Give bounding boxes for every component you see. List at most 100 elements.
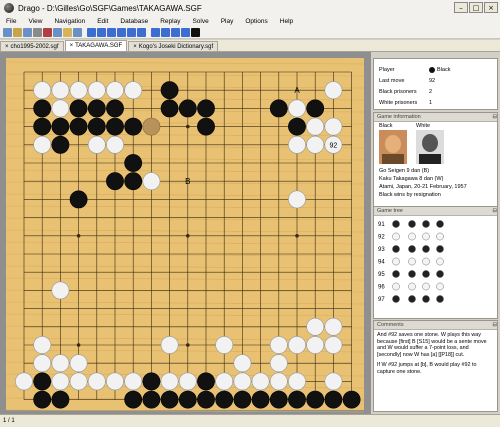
tree-black-node[interactable] — [392, 245, 400, 253]
menu-view[interactable]: View — [22, 18, 48, 25]
tree-white-node[interactable] — [436, 282, 444, 291]
down-icon[interactable] — [181, 28, 190, 37]
white-stone — [306, 117, 325, 136]
tree-white-node[interactable] — [408, 232, 416, 241]
collapse-icon[interactable]: ⊟ — [492, 114, 497, 120]
tab-cho1995[interactable]: × cho1995-2002.sgf — [0, 41, 64, 51]
collapse-icon[interactable]: ⊟ — [492, 208, 497, 214]
first-move-icon[interactable] — [87, 28, 96, 37]
white-stone — [269, 354, 288, 373]
black-stone — [69, 190, 88, 209]
tree-black-node[interactable] — [408, 295, 416, 303]
menu-options[interactable]: Options — [239, 18, 273, 25]
white-stone — [306, 135, 325, 154]
tree-black-node[interactable] — [436, 220, 444, 228]
tree-black-node[interactable] — [436, 270, 444, 278]
close-tab-icon[interactable]: × — [133, 44, 137, 50]
menu-file[interactable]: File — [0, 18, 22, 25]
tab-takagawa[interactable]: × TAKAGAWA.SGF — [64, 40, 128, 51]
tree-black-node[interactable] — [436, 295, 444, 303]
black-stone — [51, 135, 70, 154]
game-tree-graph[interactable]: 91 92 93 94 95 96 97 — [374, 216, 497, 318]
close-tab-icon[interactable]: × — [5, 44, 9, 50]
tree-black-node[interactable] — [422, 220, 430, 228]
tab-kogo-joseki[interactable]: × Kogo's Joseki Dictionary.sgf — [128, 41, 219, 51]
tree-white-node[interactable] — [422, 257, 430, 266]
menu-edit[interactable]: Edit — [91, 18, 114, 25]
maximize-button[interactable]: □ — [469, 2, 483, 13]
prev-variation-icon[interactable] — [151, 28, 160, 37]
menu-replay[interactable]: Replay — [154, 18, 186, 25]
cut-icon[interactable] — [43, 28, 52, 37]
tree-move-number: 95 — [378, 272, 385, 278]
game-line-result: Black wins by resignation — [379, 192, 441, 198]
player-value-text: Black — [437, 67, 451, 73]
close-button[interactable]: × — [484, 2, 498, 13]
close-tab-icon[interactable]: × — [70, 43, 74, 49]
menu-help[interactable]: Help — [274, 18, 299, 25]
menu-database[interactable]: Database — [114, 18, 154, 25]
tree-black-node[interactable] — [422, 245, 430, 253]
black-stone — [87, 117, 106, 136]
next-icon[interactable] — [117, 28, 126, 37]
tree-black-node[interactable] — [408, 245, 416, 253]
tree-white-node[interactable] — [408, 257, 416, 266]
new-icon[interactable] — [3, 28, 12, 37]
black-stone — [106, 117, 124, 136]
print-icon[interactable] — [33, 28, 42, 37]
black-player-photo — [379, 130, 407, 164]
tree-white-node[interactable] — [436, 257, 444, 266]
stone-icon[interactable] — [191, 28, 200, 37]
next-variation-icon[interactable] — [161, 28, 170, 37]
prev-icon[interactable] — [107, 28, 116, 37]
collapse-icon[interactable]: ⊟ — [492, 322, 497, 328]
tree-black-node[interactable] — [422, 295, 430, 303]
star-point — [76, 234, 81, 238]
board-label: B — [185, 177, 190, 186]
tree-black-node[interactable] — [422, 270, 430, 278]
menu-navigation[interactable]: Navigation — [48, 18, 91, 25]
tree-black-node[interactable] — [436, 245, 444, 253]
tree-white-node[interactable] — [422, 232, 430, 241]
last-move-icon[interactable] — [137, 28, 146, 37]
black-prisoners-label: Black prisoners — [379, 89, 417, 95]
paste-icon[interactable] — [63, 28, 72, 37]
black-stone — [87, 99, 106, 118]
tree-white-node[interactable] — [436, 232, 444, 241]
tree-white-node[interactable] — [392, 257, 400, 266]
save-icon[interactable] — [23, 28, 32, 37]
menu-play[interactable]: Play — [215, 18, 240, 25]
white-player-label: White — [416, 123, 431, 129]
last-move-number: 92 — [330, 142, 338, 149]
minimize-button[interactable]: – — [454, 2, 468, 13]
tree-white-node[interactable] — [422, 282, 430, 291]
black-stone — [197, 99, 215, 118]
copy-icon[interactable] — [53, 28, 62, 37]
up-icon[interactable] — [171, 28, 180, 37]
forward-icon[interactable] — [127, 28, 136, 37]
black-stone — [51, 390, 70, 409]
menu-solve[interactable]: Solve — [186, 18, 214, 25]
undo-icon[interactable] — [73, 28, 82, 37]
black-stone — [106, 99, 124, 118]
tree-move-number: 91 — [378, 222, 385, 228]
tree-black-node[interactable] — [408, 220, 416, 228]
tree-white-node[interactable] — [392, 282, 400, 291]
open-icon[interactable] — [13, 28, 22, 37]
tree-black-node[interactable] — [392, 295, 400, 303]
tree-black-node[interactable] — [392, 220, 400, 228]
white-stone — [33, 81, 52, 100]
tree-black-node[interactable] — [392, 270, 400, 278]
player-value: Black — [429, 67, 450, 73]
go-board[interactable]: 92 A B — [0, 52, 371, 414]
back-icon[interactable] — [97, 28, 106, 37]
tab-label: Kogo's Joseki Dictionary.sgf — [138, 43, 214, 50]
tree-white-node[interactable] — [392, 232, 400, 241]
tab-strip: × cho1995-2002.sgf × TAKAGAWA.SGF × Kogo… — [0, 40, 500, 52]
tree-black-node[interactable] — [408, 270, 416, 278]
white-stone — [106, 135, 124, 154]
tree-white-node[interactable] — [408, 282, 416, 291]
game-tree-section: Game tree ⊟ 91 92 93 94 95 96 97 — [373, 206, 498, 319]
title-bar: Drago - D:\Gilles\Go\SGF\Games\TAKAGAWA.… — [0, 0, 500, 17]
game-tree[interactable]: 91 92 93 94 95 96 97 — [374, 216, 497, 318]
